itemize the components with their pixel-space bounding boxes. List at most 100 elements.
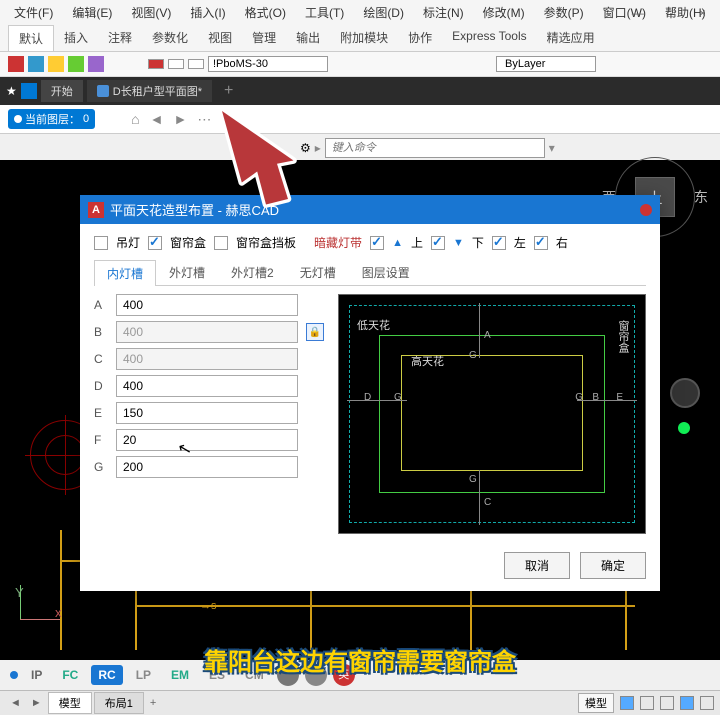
menu-param[interactable]: 参数(P) bbox=[536, 2, 592, 23]
tab-outer-slot2[interactable]: 外灯槽2 bbox=[218, 259, 287, 285]
label-d: D bbox=[94, 379, 108, 393]
preview-low-ceiling: 低天花 bbox=[357, 317, 390, 333]
layer-swatch[interactable] bbox=[168, 59, 184, 69]
checkbox-light[interactable] bbox=[94, 236, 108, 250]
add-layout-icon[interactable]: + bbox=[146, 697, 160, 709]
close-icon[interactable]: × bbox=[691, 4, 714, 22]
polar-icon[interactable] bbox=[680, 696, 694, 710]
fwd-icon[interactable]: ► bbox=[173, 111, 187, 128]
parameters-column: A B🔒 C D E F G bbox=[94, 294, 324, 534]
star-icon[interactable]: ★ bbox=[6, 84, 17, 98]
tab-document[interactable]: D长租户型平面图* bbox=[87, 80, 212, 102]
ribbon-collab[interactable]: 协作 bbox=[398, 25, 442, 51]
input-g[interactable] bbox=[116, 456, 298, 478]
ribbon-select[interactable]: 精选应用 bbox=[537, 25, 605, 51]
input-f[interactable] bbox=[116, 429, 298, 451]
dropdown-icon[interactable]: ▾ bbox=[549, 141, 555, 155]
new-tab-button[interactable]: + bbox=[216, 82, 241, 100]
layer-color-swatch[interactable] bbox=[148, 59, 164, 69]
bylayer-select[interactable] bbox=[496, 56, 596, 72]
mode-em[interactable]: EM bbox=[164, 665, 196, 685]
home-icon[interactable]: ⌂ bbox=[131, 111, 139, 128]
mode-cm[interactable]: CM bbox=[238, 665, 271, 685]
mode-ip[interactable]: IP bbox=[24, 665, 49, 685]
tab-model[interactable]: 模型 bbox=[48, 692, 92, 714]
layer-swatch[interactable] bbox=[188, 59, 204, 69]
menu-dim[interactable]: 标注(N) bbox=[415, 2, 472, 23]
nav-next-icon[interactable]: ► bbox=[27, 697, 46, 709]
gear-icon[interactable] bbox=[277, 664, 299, 686]
menu-format[interactable]: 格式(O) bbox=[237, 2, 294, 23]
dialog-tabs: 内灯槽 外灯槽 外灯槽2 无灯槽 图层设置 bbox=[94, 259, 646, 286]
space-model[interactable]: 模型 bbox=[578, 693, 614, 713]
compass-east[interactable]: 东 bbox=[694, 187, 708, 207]
grid-icon[interactable] bbox=[620, 696, 634, 710]
input-e[interactable] bbox=[116, 402, 298, 424]
main-menu: 文件(F) 编辑(E) 视图(V) 插入(I) 格式(O) 工具(T) 绘图(D… bbox=[0, 0, 720, 25]
ribbon-insert[interactable]: 插入 bbox=[54, 25, 98, 51]
tool-icon[interactable] bbox=[28, 56, 44, 72]
checkbox-baffle[interactable] bbox=[214, 236, 228, 250]
checkbox-down[interactable] bbox=[431, 236, 445, 250]
label-up: 上 bbox=[411, 234, 423, 251]
checkbox-curtain[interactable] bbox=[148, 236, 162, 250]
ime-button[interactable]: 英 bbox=[333, 664, 355, 686]
menu-tools[interactable]: 工具(T) bbox=[297, 2, 352, 23]
ribbon-annotate[interactable]: 注释 bbox=[98, 25, 142, 51]
label-left: 左 bbox=[514, 234, 526, 251]
callout-arrow bbox=[200, 100, 310, 210]
ribbon-output[interactable]: 输出 bbox=[286, 25, 330, 51]
osnap-icon[interactable] bbox=[700, 696, 714, 710]
tool-icon[interactable] bbox=[48, 56, 64, 72]
tab-inner-slot[interactable]: 内灯槽 bbox=[94, 260, 156, 286]
menu-draw[interactable]: 绘图(D) bbox=[355, 2, 412, 23]
tab-layer-settings[interactable]: 图层设置 bbox=[349, 259, 423, 285]
mode-rc[interactable]: RC bbox=[91, 665, 122, 685]
ortho-icon[interactable] bbox=[660, 696, 674, 710]
command-input[interactable] bbox=[325, 138, 545, 158]
menu-edit[interactable]: 编辑(E) bbox=[64, 2, 120, 23]
back-icon[interactable]: ◄ bbox=[150, 111, 164, 128]
checkbox-up[interactable] bbox=[370, 236, 384, 250]
input-a[interactable] bbox=[116, 294, 298, 316]
mode-fc[interactable]: FC bbox=[55, 665, 85, 685]
minimize-icon[interactable]: — bbox=[624, 4, 652, 22]
menu-view[interactable]: 视图(V) bbox=[123, 2, 179, 23]
dialog-close-button[interactable] bbox=[640, 204, 652, 216]
snap-icon[interactable] bbox=[640, 696, 654, 710]
windows-icon[interactable] bbox=[21, 83, 37, 99]
user-avatar[interactable] bbox=[670, 378, 700, 408]
menu-modify[interactable]: 修改(M) bbox=[475, 2, 533, 23]
input-d[interactable] bbox=[116, 375, 298, 397]
tab-start[interactable]: 开始 bbox=[41, 80, 83, 102]
ribbon-express[interactable]: Express Tools bbox=[442, 25, 536, 51]
nav-prev-icon[interactable]: ◄ bbox=[6, 697, 25, 709]
menu-insert[interactable]: 插入(I) bbox=[182, 2, 233, 23]
tab-no-slot[interactable]: 无灯槽 bbox=[287, 259, 349, 285]
mode-es[interactable]: ES bbox=[202, 665, 232, 685]
tab-layout1[interactable]: 布局1 bbox=[94, 692, 144, 714]
ribbon-default[interactable]: 默认 bbox=[8, 25, 54, 51]
ribbon-view[interactable]: 视图 bbox=[198, 25, 242, 51]
dialog-titlebar[interactable]: A 平面天花造型布置 - 赫思CAD bbox=[80, 195, 660, 224]
checkbox-left[interactable] bbox=[492, 236, 506, 250]
layer-select[interactable] bbox=[208, 56, 328, 72]
status-icon[interactable] bbox=[305, 664, 327, 686]
tab-outer-slot[interactable]: 外灯槽 bbox=[156, 259, 218, 285]
menu-file[interactable]: 文件(F) bbox=[6, 2, 61, 23]
current-layer-chip[interactable]: 当前图层： 0 bbox=[8, 109, 95, 129]
checkbox-right[interactable] bbox=[534, 236, 548, 250]
ok-button[interactable]: 确定 bbox=[580, 552, 646, 579]
tool-icon[interactable] bbox=[68, 56, 84, 72]
cancel-button[interactable]: 取消 bbox=[504, 552, 570, 579]
ribbon-manage[interactable]: 管理 bbox=[242, 25, 286, 51]
lock-icon[interactable]: 🔒 bbox=[306, 323, 324, 341]
ribbon-param[interactable]: 参数化 bbox=[142, 25, 198, 51]
app-logo-icon: A bbox=[88, 202, 104, 218]
restore-icon[interactable]: □ bbox=[660, 4, 683, 22]
preview-high-ceiling: 高天花 bbox=[411, 353, 444, 369]
tool-icon[interactable] bbox=[8, 56, 24, 72]
mode-lp[interactable]: LP bbox=[129, 665, 158, 685]
tool-icon[interactable] bbox=[88, 56, 104, 72]
ribbon-addon[interactable]: 附加模块 bbox=[330, 25, 398, 51]
